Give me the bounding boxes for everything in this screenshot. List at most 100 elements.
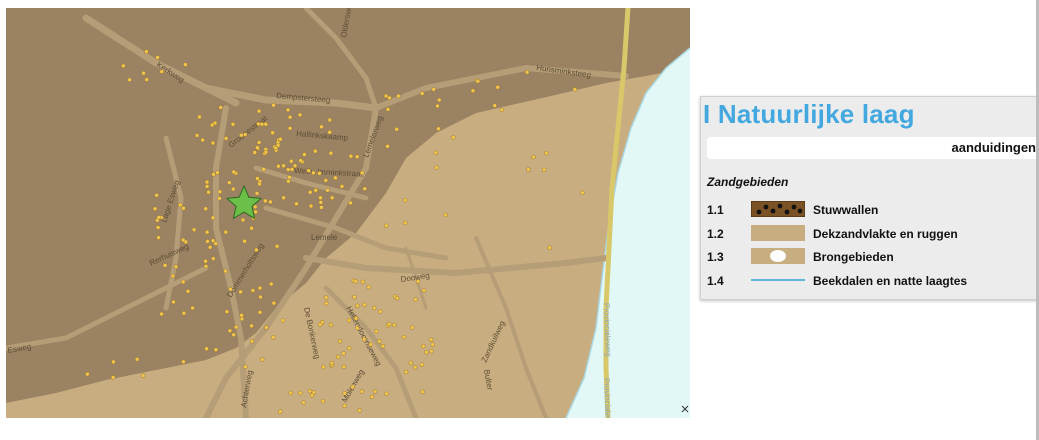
address-point bbox=[287, 126, 293, 131]
address-point bbox=[317, 171, 322, 176]
address-point bbox=[353, 316, 359, 321]
address-point bbox=[223, 229, 229, 235]
legend-label: Dekzandvlakte en ruggen bbox=[813, 227, 958, 241]
address-point bbox=[285, 107, 291, 113]
address-point bbox=[243, 364, 248, 369]
address-point bbox=[203, 258, 208, 264]
address-point bbox=[387, 321, 392, 327]
address-point bbox=[348, 200, 353, 206]
address-point bbox=[280, 318, 286, 323]
address-point bbox=[298, 390, 303, 396]
address-point bbox=[204, 346, 209, 351]
address-point bbox=[385, 144, 390, 149]
address-point bbox=[156, 215, 162, 220]
address-point bbox=[204, 184, 210, 189]
address-point bbox=[212, 120, 218, 126]
address-point bbox=[378, 309, 383, 314]
address-point bbox=[231, 186, 236, 192]
address-point bbox=[203, 206, 208, 211]
address-point bbox=[394, 127, 399, 132]
address-point bbox=[355, 303, 360, 308]
address-point bbox=[240, 217, 246, 223]
address-point bbox=[281, 163, 286, 169]
address-point bbox=[263, 198, 268, 204]
address-point bbox=[144, 77, 149, 82]
address-point bbox=[301, 400, 306, 405]
dekzand-swatch-icon bbox=[751, 225, 805, 241]
address-point bbox=[377, 339, 382, 344]
map-view[interactable]: Kerkweg Oldersweg Dempstersteeg Hunsmink… bbox=[6, 8, 690, 418]
address-point bbox=[384, 391, 389, 396]
address-point bbox=[191, 227, 197, 233]
address-point bbox=[278, 409, 283, 414]
legend-code: 1.3 bbox=[707, 250, 724, 264]
address-point bbox=[431, 87, 436, 92]
address-point bbox=[395, 296, 400, 301]
address-point bbox=[205, 239, 210, 244]
address-point bbox=[499, 107, 505, 113]
address-point bbox=[297, 112, 303, 118]
address-point bbox=[270, 130, 275, 135]
address-point bbox=[359, 389, 365, 394]
address-point bbox=[420, 91, 425, 96]
address-point bbox=[360, 170, 365, 176]
legend-label: Stuwwallen bbox=[813, 203, 879, 217]
address-point bbox=[230, 122, 236, 127]
address-point bbox=[224, 309, 230, 314]
address-point bbox=[342, 391, 347, 396]
address-point bbox=[210, 140, 216, 146]
address-point bbox=[127, 77, 132, 83]
address-point bbox=[401, 334, 407, 340]
address-point bbox=[433, 150, 438, 156]
address-point bbox=[387, 95, 392, 101]
address-point bbox=[239, 313, 244, 318]
address-point bbox=[294, 201, 299, 207]
address-point bbox=[309, 393, 315, 398]
address-point bbox=[451, 135, 456, 140]
address-point bbox=[111, 359, 116, 365]
legend-label: Brongebieden bbox=[813, 250, 894, 264]
stuwwallen-swatch-icon bbox=[751, 201, 805, 217]
address-point bbox=[255, 145, 260, 150]
address-point bbox=[324, 301, 329, 306]
legend-item: 1.1 Stuwwallen bbox=[707, 201, 1037, 219]
address-point bbox=[308, 203, 314, 209]
address-point bbox=[412, 365, 418, 370]
address-point bbox=[436, 126, 441, 132]
address-point bbox=[238, 289, 243, 295]
address-point bbox=[333, 175, 338, 181]
legend-code: 1.4 bbox=[707, 274, 724, 288]
address-point bbox=[392, 322, 397, 328]
address-point bbox=[330, 195, 335, 201]
address-point bbox=[424, 350, 429, 355]
address-point bbox=[268, 199, 273, 205]
address-point bbox=[252, 150, 257, 155]
address-point bbox=[341, 351, 346, 356]
address-point bbox=[249, 339, 255, 344]
address-point bbox=[173, 264, 179, 269]
address-point bbox=[200, 137, 205, 143]
address-point bbox=[495, 84, 500, 90]
address-point bbox=[413, 297, 418, 302]
address-point bbox=[421, 288, 427, 293]
address-point bbox=[204, 230, 210, 235]
address-point bbox=[170, 273, 176, 279]
legend-title: I Natuurlijke laag bbox=[703, 99, 915, 129]
address-point bbox=[263, 149, 269, 155]
address-point bbox=[374, 329, 379, 334]
address-point bbox=[156, 235, 161, 240]
address-point bbox=[250, 288, 256, 293]
address-point bbox=[239, 132, 244, 138]
brongebieden-swatch-icon bbox=[751, 248, 805, 264]
map-canvas: Kerkweg Oldersweg Dempstersteeg Hunsmink… bbox=[6, 8, 690, 418]
address-point bbox=[155, 225, 161, 230]
address-point bbox=[289, 158, 294, 164]
address-point bbox=[276, 163, 281, 169]
address-point bbox=[162, 263, 168, 268]
address-point bbox=[403, 220, 408, 226]
address-point bbox=[185, 289, 191, 294]
street-label: Provincialeweg bbox=[602, 303, 613, 357]
address-point bbox=[159, 69, 165, 74]
address-point bbox=[271, 300, 277, 306]
address-point bbox=[384, 223, 389, 229]
